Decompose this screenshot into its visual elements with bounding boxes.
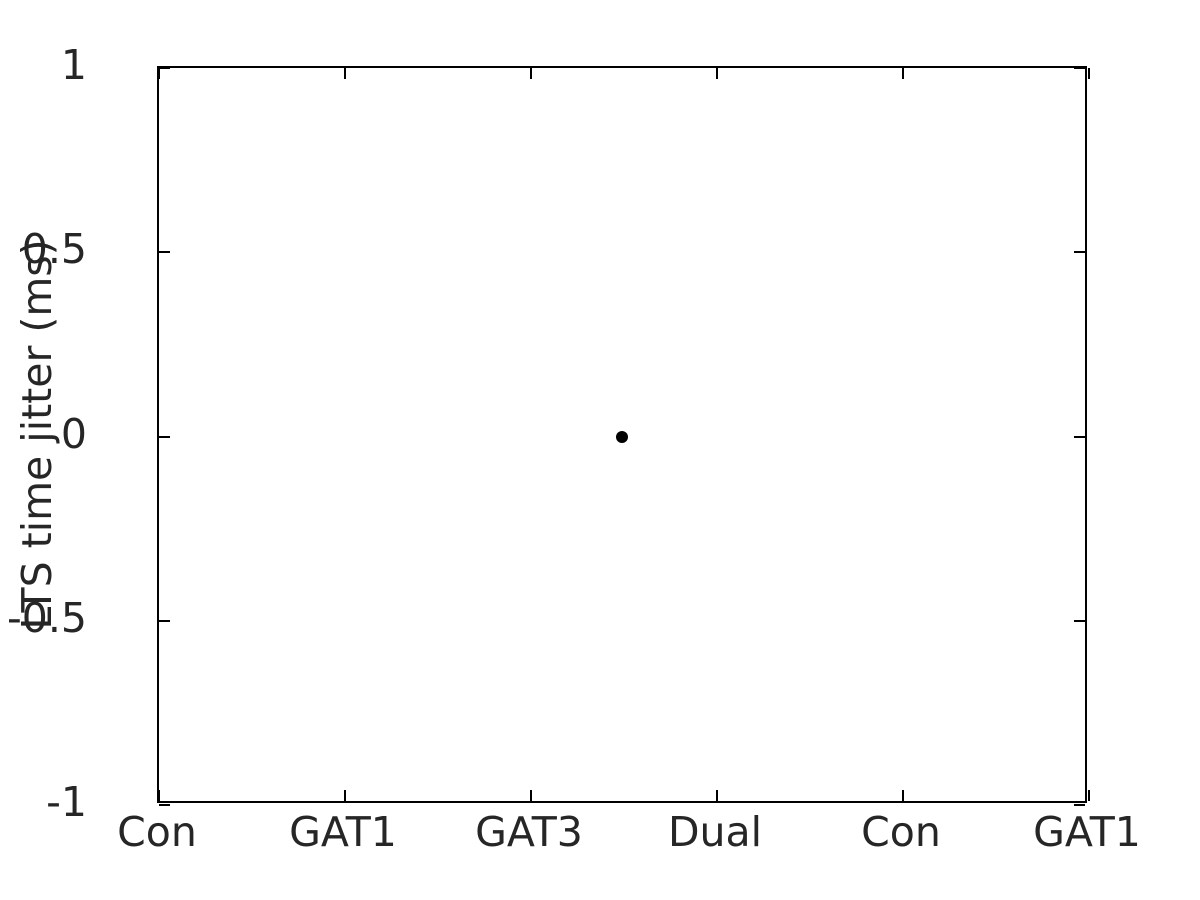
y-tick-label-0: 0: [60, 409, 87, 458]
plot-axes-box: [157, 66, 1090, 806]
x-tick-label-0: Con: [117, 808, 197, 856]
x-tick-mark-bottom-5: [1088, 790, 1090, 801]
x-tick-label-5: GAT1: [1033, 808, 1141, 856]
y-tick-label-neg0_5: -0.5: [7, 593, 87, 642]
y-tick-mark-right-4: [1074, 804, 1085, 806]
y-tick-mark-left-4: [159, 804, 170, 806]
data-plot-area: [159, 68, 1085, 801]
data-point-marker: [616, 430, 629, 443]
figure-canvas: LTS time jitter (ms) 1 0.5 0 -0.5 -1 Con…: [0, 0, 1200, 900]
y-tick-label-0_5: 0.5: [21, 225, 87, 274]
y-tick-label-neg1: -1: [46, 778, 87, 826]
x-tick-label-1: GAT1: [289, 808, 397, 856]
x-tick-label-4: Con: [861, 808, 941, 856]
x-tick-label-2: GAT3: [475, 808, 583, 856]
x-tick-label-3: Dual: [667, 808, 763, 856]
y-axis-title: LTS time jitter (ms): [13, 239, 61, 630]
x-tick-mark-top-5: [1088, 68, 1090, 79]
y-tick-label-1: 1: [60, 41, 87, 89]
